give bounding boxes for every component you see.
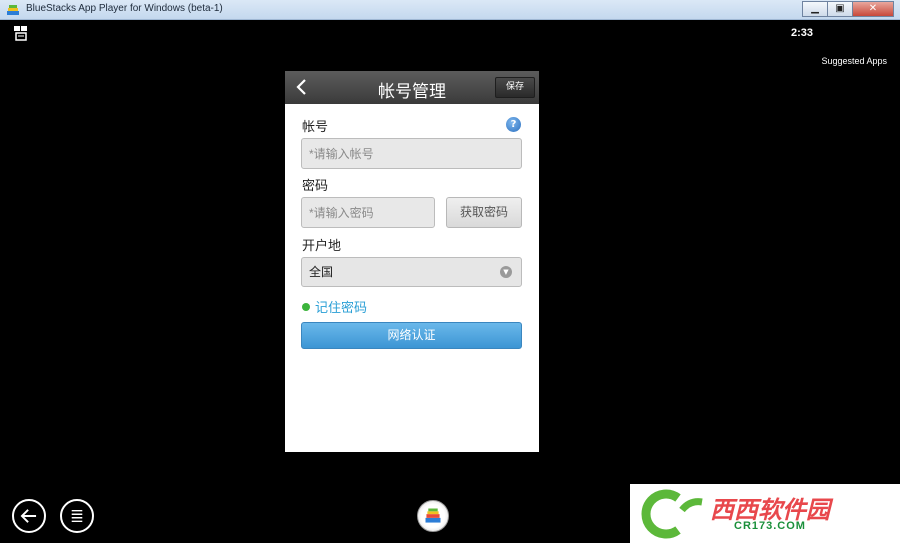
watermark-logo-icon	[641, 489, 703, 539]
watermark-domain: CR173.COM	[734, 520, 806, 532]
back-nav-icon[interactable]	[12, 499, 46, 533]
bluestacks-home-icon[interactable]	[417, 500, 449, 532]
minimize-button[interactable]: ▁	[802, 1, 828, 17]
remember-indicator-icon	[302, 302, 310, 311]
android-statusbar: 2:33	[5, 20, 895, 46]
region-select[interactable]: 全国 ▼	[301, 257, 522, 287]
region-label: 开户地	[302, 239, 342, 254]
window-title: BlueStacks App Player for Windows (beta-…	[26, 3, 223, 14]
suggested-apps-link[interactable]: Suggested Apps	[821, 56, 887, 66]
chevron-down-icon: ▼	[500, 266, 512, 278]
help-icon[interactable]: ?	[506, 117, 521, 132]
window-titlebar: BlueStacks App Player for Windows (beta-…	[0, 0, 900, 20]
region-select-value: 全国	[309, 265, 334, 279]
clock: 2:33	[790, 27, 813, 39]
menu-nav-icon[interactable]	[60, 499, 94, 533]
site-watermark: 西西软件园 CR173.COM	[630, 484, 900, 543]
save-button[interactable]: 保存	[495, 77, 535, 98]
close-button[interactable]: ✕	[852, 1, 894, 17]
notification-icon	[14, 26, 27, 41]
app-header: 帐号管理 保存	[285, 71, 539, 104]
maximize-button[interactable]: ▣	[827, 1, 853, 17]
password-label: 密码	[302, 179, 329, 194]
network-auth-button[interactable]: 网络认证	[301, 322, 522, 349]
account-management-screen: 帐号管理 保存 帐号 ? 密码 获取密码 开户地 全国 ▼ 记住密码 网络认证	[285, 71, 539, 452]
account-label: 帐号	[302, 120, 329, 135]
password-input[interactable]	[301, 197, 435, 228]
remember-password-label: 记住密码	[315, 301, 368, 316]
account-input[interactable]	[301, 138, 522, 169]
bluestacks-app-icon	[7, 5, 19, 15]
get-password-button[interactable]: 获取密码	[446, 197, 522, 228]
remember-password-toggle[interactable]: 记住密码	[302, 297, 367, 316]
window-controls: ▁ ▣ ✕	[802, 1, 894, 17]
